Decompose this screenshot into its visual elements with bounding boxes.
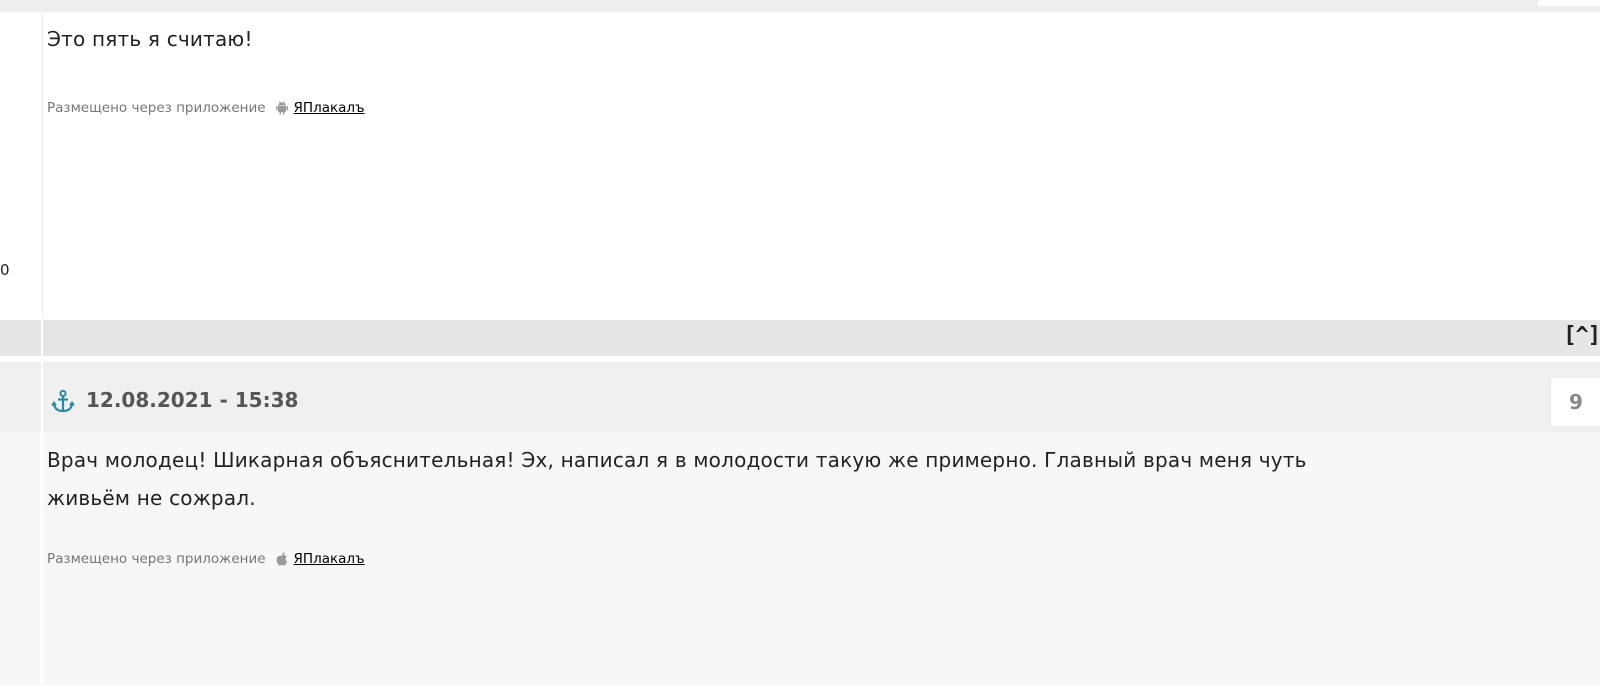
- post-1-rating: 0: [0, 261, 10, 279]
- post-2-left-column: [0, 432, 41, 685]
- post-2-posted-via: Размещено через приложение ЯПлакалъ: [47, 551, 365, 567]
- post-1-message: Это пять я считаю!: [47, 27, 253, 51]
- post-2-number[interactable]: 9: [1550, 378, 1600, 426]
- post-2-message-line-1: Врач молодец! Шикарная объяснительная! Э…: [47, 448, 1307, 472]
- post-2-date: 12.08.2021 - 15:38: [86, 388, 299, 412]
- android-icon: [274, 100, 290, 116]
- apple-icon: [274, 551, 290, 567]
- app-link[interactable]: ЯПлакалъ: [294, 551, 365, 567]
- previous-post-number-box: [1538, 0, 1600, 6]
- posted-via-label: Размещено через приложение: [47, 100, 266, 116]
- app-link[interactable]: ЯПлакалъ: [294, 100, 365, 116]
- post-separator-bar: [0, 320, 1600, 356]
- post-1-body: [43, 12, 1600, 319]
- anchor-icon[interactable]: [50, 389, 76, 415]
- post-2-message-line-2: живьём не сожрал.: [47, 486, 256, 510]
- post-2-header-divider: [41, 362, 43, 432]
- scroll-to-top-link[interactable]: [^]: [1563, 323, 1600, 348]
- previous-post-footer: [0, 0, 1600, 12]
- posted-via-label: Размещено через приложение: [47, 551, 266, 567]
- post-1-posted-via: Размещено через приложение ЯПлакалъ: [47, 100, 365, 116]
- separator-divider: [41, 320, 43, 356]
